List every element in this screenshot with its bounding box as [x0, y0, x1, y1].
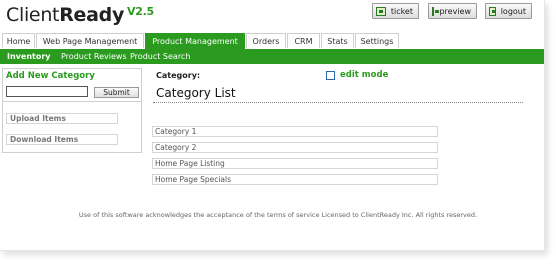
tab-orders[interactable]: Orders — [246, 33, 286, 48]
edit-mode-checkbox[interactable] — [326, 71, 335, 80]
ticket-button[interactable]: ticket — [372, 3, 419, 19]
category-row[interactable]: Category 2 — [152, 142, 438, 153]
category-label: Category: — [156, 71, 201, 80]
footer-text: Use of this software acknowledges the ac… — [78, 211, 478, 219]
category-row[interactable]: Home Page Listing — [152, 158, 438, 169]
download-items-link[interactable]: Download Items — [6, 134, 118, 145]
tab-product-management[interactable]: Product Management — [145, 33, 245, 49]
logo-text-bold: Ready — [59, 4, 125, 26]
tab-web-page-management[interactable]: Web Page Management — [36, 33, 144, 48]
category-row[interactable]: Home Page Specials — [152, 174, 438, 185]
app-window: ClientReady V2.5 ticket preview logout Ho… — [0, 0, 545, 251]
title-divider — [153, 102, 523, 103]
subnav-inventory[interactable]: Inventory — [7, 52, 51, 61]
ticket-icon — [376, 6, 386, 16]
subnav-product-search[interactable]: Product Search — [130, 52, 190, 61]
tab-home[interactable]: Home — [2, 33, 35, 48]
upload-items-link[interactable]: Upload Items — [6, 113, 118, 124]
logout-button[interactable]: logout — [485, 3, 532, 19]
submit-button[interactable]: Submit — [94, 87, 139, 98]
preview-label: preview — [439, 6, 471, 16]
tab-crm[interactable]: CRM — [287, 33, 320, 48]
tab-settings[interactable]: Settings — [355, 33, 399, 48]
category-row[interactable]: Category 1 — [152, 126, 438, 137]
preview-button[interactable]: preview — [428, 3, 477, 19]
add-category-panel: Add New Category Submit Upload Items Dow… — [2, 68, 142, 153]
logo-text: Client — [6, 4, 60, 26]
tab-stats[interactable]: Stats — [321, 33, 354, 48]
logout-label: logout — [500, 6, 526, 16]
version-label: V2.5 — [127, 5, 154, 18]
logout-icon — [489, 6, 496, 16]
panel-divider — [3, 101, 141, 102]
add-category-title: Add New Category — [6, 71, 95, 81]
app-logo: ClientReady V2.5 — [6, 4, 154, 26]
preview-icon — [432, 6, 441, 16]
category-name-input[interactable] — [6, 86, 88, 97]
category-list-title: Category List — [156, 86, 236, 100]
main-tabs: Home Web Page Management Product Managem… — [0, 33, 544, 50]
sub-navigation: Inventory Product Reviews Product Search — [0, 50, 544, 64]
edit-mode-label[interactable]: edit mode — [340, 70, 388, 80]
subnav-product-reviews[interactable]: Product Reviews — [61, 52, 127, 61]
ticket-label: ticket — [390, 6, 413, 16]
